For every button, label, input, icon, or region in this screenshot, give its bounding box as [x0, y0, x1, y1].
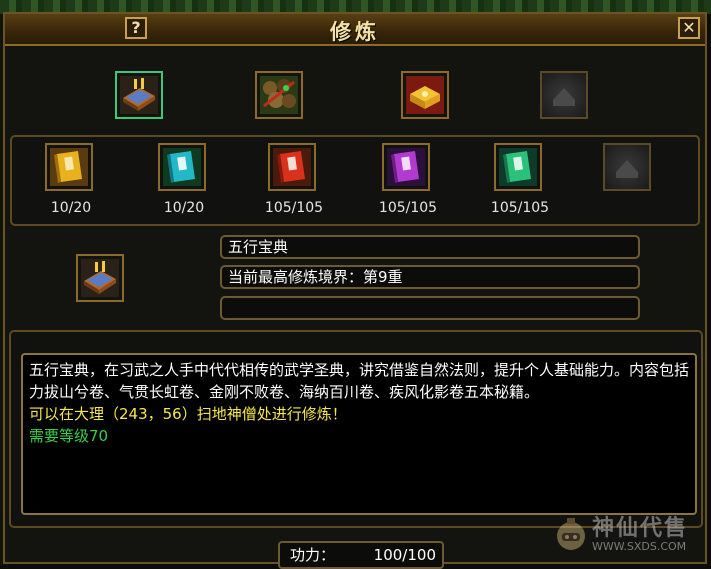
window-title: 修炼 — [330, 19, 380, 44]
watermark: 神仙代售 WWW.SXDS.COM — [552, 510, 707, 560]
power-value: 100/100 — [373, 546, 436, 564]
title-bar[interactable]: ? 修炼 ✕ — [5, 14, 705, 46]
description-box: 五行宝典，在习武之人手中代代相传的武学圣典，讲究借鉴自然法则，提升个人基础能力。… — [21, 353, 697, 515]
level-requirement: 需要等级70 — [29, 427, 109, 445]
manual-progress-red: 105/105 — [264, 200, 324, 216]
manual-progress-cyan: 10/20 — [163, 200, 205, 216]
manual-progress-green: 105/105 — [490, 200, 550, 216]
scroll-bundle-icon — [260, 76, 298, 114]
location-hint: 可以在大理（243，56）扫地神僧处进行修炼！ — [29, 405, 347, 423]
power-label: 功力： — [290, 546, 336, 564]
slot-scroll-bundle[interactable] — [255, 71, 303, 119]
mascot-logo-icon — [557, 518, 585, 550]
manual-slot-empty[interactable] — [603, 143, 651, 191]
manual-progress-yellow: 10/20 — [50, 200, 92, 216]
cultivation-realm-field: 当前最高修炼境界：第9重 — [220, 265, 640, 289]
green-manual-icon — [499, 148, 537, 186]
cultivation-window: ? 修炼 ✕ 10/20 10/20 105/105 105/105 105/1… — [3, 12, 707, 569]
item-description: 五行宝典，在习武之人手中代代相传的武学圣典，讲究借鉴自然法则，提升个人基础能力。… — [29, 361, 690, 401]
slot-wuxing-book[interactable] — [115, 71, 163, 119]
empty-slot-icon — [616, 160, 638, 178]
purple-manual-icon — [387, 148, 425, 186]
wuxing-book-icon — [120, 76, 158, 114]
manual-slot-purple[interactable] — [382, 143, 430, 191]
slot-empty-top[interactable] — [540, 71, 588, 119]
item-name-field: 五行宝典 — [220, 235, 640, 259]
manual-slot-red[interactable] — [268, 143, 316, 191]
empty-slot-icon — [553, 88, 575, 106]
selected-item-slot[interactable] — [76, 254, 124, 302]
wuxing-book-icon — [81, 259, 119, 297]
red-manual-icon — [273, 148, 311, 186]
manual-slot-green[interactable] — [494, 143, 542, 191]
slot-golden-chest[interactable] — [401, 71, 449, 119]
manual-slot-yellow[interactable] — [45, 143, 93, 191]
manuals-panel — [10, 135, 700, 226]
extra-info-field — [220, 296, 640, 320]
yellow-manual-icon — [50, 148, 88, 186]
watermark-title: 神仙代售 — [592, 516, 689, 541]
watermark-url: WWW.SXDS.COM — [592, 540, 687, 553]
manual-slot-cyan[interactable] — [158, 143, 206, 191]
golden-chest-icon — [406, 76, 444, 114]
close-button[interactable]: ✕ — [678, 17, 700, 39]
manual-progress-purple: 105/105 — [378, 200, 438, 216]
cyan-manual-icon — [163, 148, 201, 186]
